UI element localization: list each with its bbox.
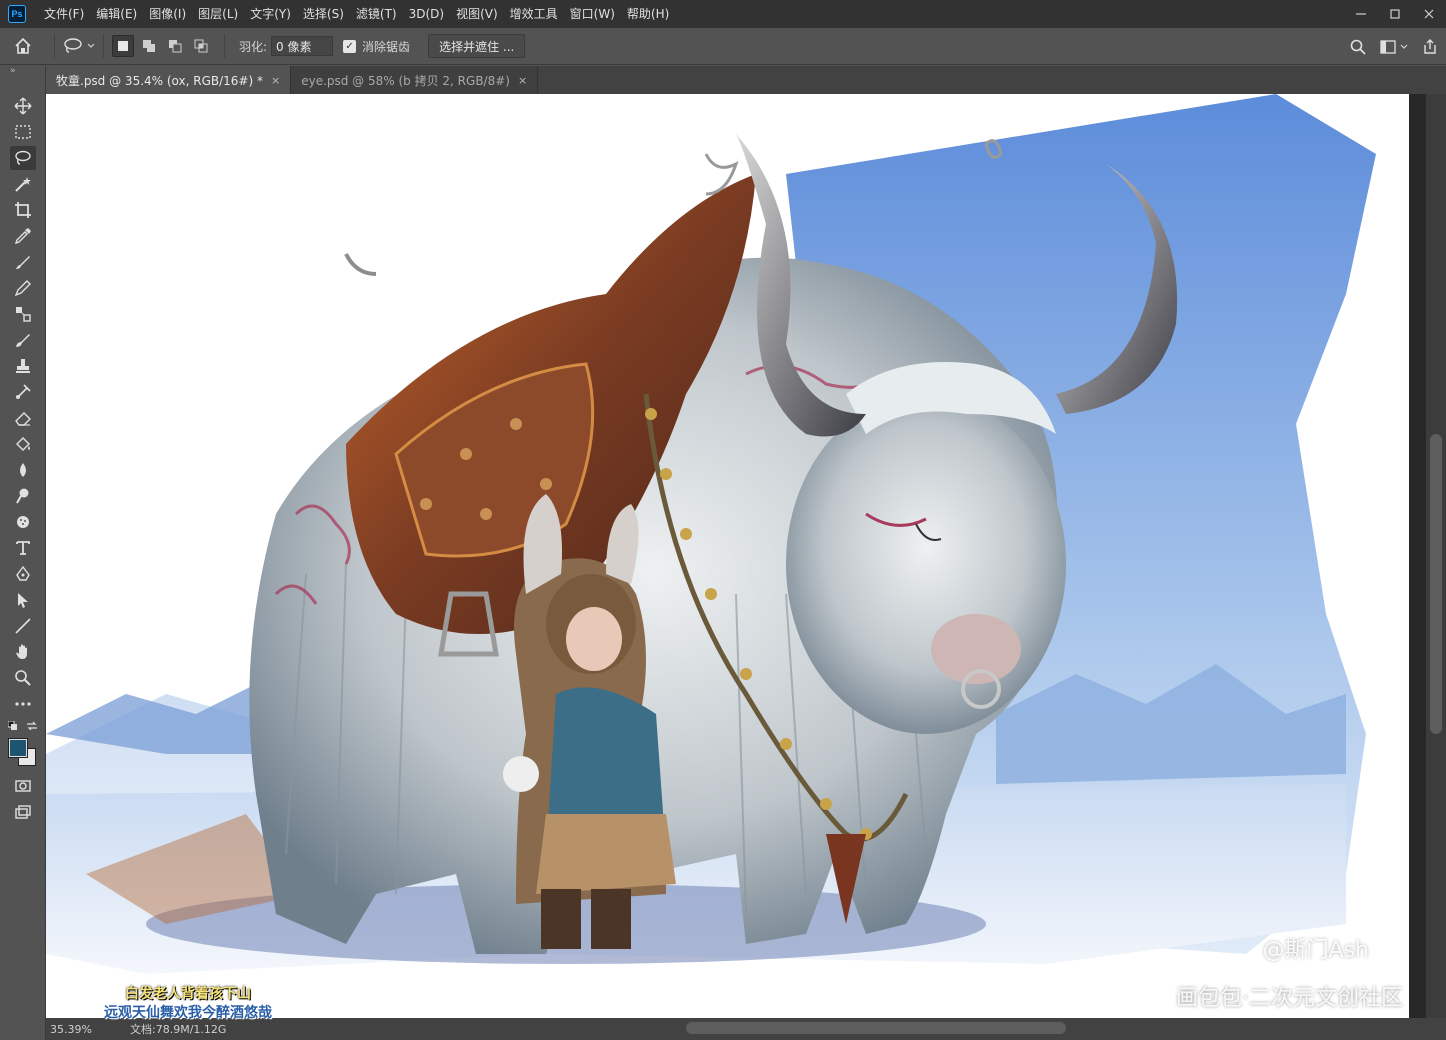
close-icon[interactable]: × [518,74,527,87]
path-selection-tool-icon[interactable] [10,588,36,612]
marquee-tool-icon[interactable] [10,120,36,144]
document-size: 文档:78.9M/1.12G [130,1023,227,1036]
video-caption: 白发老人背着孩下山 远观天仙舞欢我今醉酒悠哉 [88,985,288,1023]
zoom-level[interactable]: 35.39% [46,1023,116,1036]
clone-stamp-tool-icon[interactable] [10,302,36,326]
menu-type[interactable]: 文字(Y) [244,0,297,28]
checkmark-icon[interactable]: ✓ [343,39,357,53]
caption-line-2: 远观天仙舞欢我今醉酒悠哉 [104,1005,272,1021]
hand-tool-icon[interactable] [10,640,36,664]
collapse-panel-icon[interactable]: » [10,66,16,76]
watermark-handle: @斯门Ash [1262,938,1369,963]
workspace-icon [1380,39,1396,54]
chevron-down-icon [87,43,95,48]
swap-colors-icon[interactable] [26,720,38,734]
zoom-tool-icon[interactable] [10,666,36,690]
close-icon[interactable]: × [271,74,280,87]
quick-mask-icon[interactable] [10,774,36,798]
workspace-switcher[interactable] [1380,39,1408,54]
new-selection-mode-button[interactable] [112,35,134,57]
tab-document-1[interactable]: 牧童.psd @ 35.4% (ox, RGB/16#) * × [46,66,292,94]
menu-filter[interactable]: 滤镜(T) [350,0,403,28]
default-colors-icon[interactable] [7,720,18,734]
feather-label: 羽化: [239,39,268,54]
window-controls [1344,0,1446,28]
photoshop-logo-icon[interactable]: Ps [8,5,26,23]
subtract-selection-mode-button[interactable] [164,35,186,57]
pen-tool-icon[interactable] [10,562,36,586]
menu-view[interactable]: 视图(V) [450,0,504,28]
menu-bar: Ps 文件(F) 编辑(E) 图像(I) 图层(L) 文字(Y) 选择(S) 滤… [0,0,1446,28]
foreground-color-swatch[interactable] [8,738,28,758]
tab-document-2[interactable]: eye.psd @ 58% (b 拷贝 2, RGB/8#) × [291,66,539,94]
menu-file[interactable]: 文件(F) [38,0,90,28]
minimize-icon[interactable] [1344,0,1378,28]
brush-tool-icon[interactable] [10,276,36,300]
divider [54,34,55,58]
watermark-site: 画包包·二次元文创社区 [1176,986,1403,1011]
menu-layer[interactable]: 图层(L) [192,0,244,28]
lasso-tool-icon[interactable] [10,146,36,170]
select-and-mask-button[interactable]: 选择并遮住 ... [428,34,526,58]
menu-select[interactable]: 选择(S) [297,0,350,28]
crop-tool-icon[interactable] [10,198,36,222]
eyedropper-tool-icon[interactable] [10,224,36,248]
history-brush-tool-icon[interactable] [10,328,36,352]
magic-wand-tool-icon[interactable] [10,172,36,196]
document-canvas[interactable]: @斯门Ash 画包包·二次元文创社区 [46,94,1409,1018]
menu-3d[interactable]: 3D(D) [403,0,450,28]
paint-bucket-tool-icon[interactable] [10,432,36,456]
move-tool-icon[interactable] [10,94,36,118]
tools-panel: » [0,66,46,1040]
type-tool-icon[interactable] [10,536,36,560]
sponge-tool-icon[interactable] [10,510,36,534]
vertical-scrollbar[interactable] [1426,94,1446,1018]
antialias-label: 消除锯齿 [362,39,411,54]
menu-plugins[interactable]: 增效工具 [504,0,564,28]
menu-edit[interactable]: 编辑(E) [90,0,143,28]
blur-tool-icon[interactable] [10,458,36,482]
antialias-checkbox[interactable]: ✓ 消除锯齿 [343,38,410,55]
line-tool-icon[interactable] [10,614,36,638]
options-bar: 羽化: ✓ 消除锯齿 选择并遮住 ... [0,28,1446,65]
menu-image[interactable]: 图像(I) [143,0,192,28]
artwork-image [46,94,1376,974]
stamp-tool-icon[interactable] [10,354,36,378]
canvas-area[interactable]: @斯门Ash 画包包·二次元文创社区 [46,94,1426,1018]
feather-input[interactable] [271,36,334,56]
eraser-tool-icon[interactable] [10,406,36,430]
screen-mode-icon[interactable] [10,800,36,824]
add-selection-mode-button[interactable] [138,35,160,57]
close-icon[interactable] [1412,0,1446,28]
divider [103,34,104,58]
document-tabs: 牧童.psd @ 35.4% (ox, RGB/16#) * × eye.psd… [46,66,1446,94]
art-history-brush-tool-icon[interactable] [10,380,36,404]
healing-brush-tool-icon[interactable] [10,250,36,274]
chevron-down-icon [1400,44,1408,49]
share-icon[interactable] [1422,38,1438,55]
menu-help[interactable]: 帮助(H) [621,0,675,28]
divider [224,34,225,58]
options-right-group [1350,28,1438,65]
search-icon[interactable] [1350,39,1366,55]
home-icon[interactable] [0,37,46,55]
restore-icon[interactable] [1378,0,1412,28]
more-tools-icon[interactable] [10,692,36,716]
lasso-preset-icon [64,38,82,53]
vertical-scroll-thumb[interactable] [1430,434,1442,734]
menu-window[interactable]: 窗口(W) [564,0,621,28]
intersect-selection-mode-button[interactable] [190,35,212,57]
horizontal-scroll-thumb[interactable] [686,1022,1066,1034]
tab-label: 牧童.psd @ 35.4% (ox, RGB/16#) * [56,73,263,88]
tab-label: eye.psd @ 58% (b 拷贝 2, RGB/8#) [301,73,510,88]
dodge-tool-icon[interactable] [10,484,36,508]
caption-line-1: 白发老人背着孩下山 [125,986,251,1002]
tool-preset-picker[interactable] [63,38,95,54]
